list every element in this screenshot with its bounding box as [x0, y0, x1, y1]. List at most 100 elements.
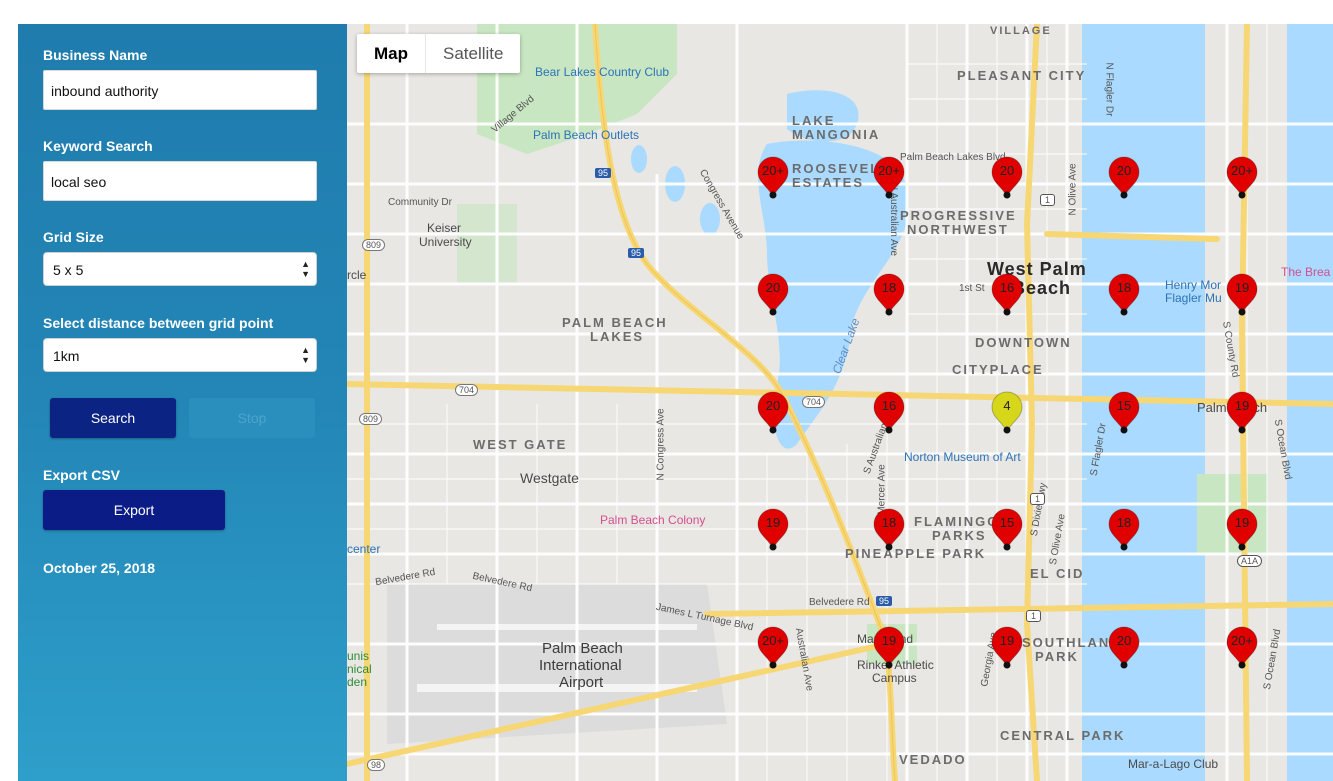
rank-pin-label: 20+	[1230, 633, 1254, 648]
rank-pin[interactable]: 19	[989, 625, 1025, 669]
rank-pin[interactable]: 20	[755, 272, 791, 316]
grid-size-select[interactable]: 5 x 5 ▲ ▼	[43, 252, 317, 286]
map-label-progressive-1: PROGRESSIVE	[900, 208, 1017, 223]
shield-98: 98	[367, 759, 386, 771]
rank-pin-label: 19	[765, 515, 781, 530]
rank-pin[interactable]: 4	[989, 390, 1025, 434]
map-label-downtown: DOWNTOWN	[975, 335, 1072, 350]
rank-pin[interactable]: 20	[989, 155, 1025, 199]
rank-pin-label: 20	[765, 398, 781, 413]
map-label-keiser-1: Keiser	[427, 221, 462, 235]
business-name-input[interactable]: inbound authority	[43, 70, 317, 110]
rank-pin[interactable]: 18	[1106, 272, 1142, 316]
rank-pin-label: 18	[1116, 280, 1132, 295]
map-label-henry-2[interactable]: Flagler Mu	[1165, 291, 1222, 305]
rank-pin[interactable]: 18	[1106, 507, 1142, 551]
rank-pin-label: 16	[999, 280, 1015, 295]
keyword-label: Keyword Search	[43, 138, 153, 154]
map-label-airport-1: Palm Beach	[542, 640, 623, 657]
map-label-pb-lakes-2: LAKES	[590, 329, 645, 344]
rank-pin-label: 19	[1234, 398, 1250, 413]
rank-pin-label: 18	[881, 280, 897, 295]
shield-a1a: A1A	[1237, 555, 1263, 567]
rank-pin[interactable]: 18	[871, 507, 907, 551]
rank-pin[interactable]: 19	[1224, 390, 1260, 434]
grid-size-label: Grid Size	[43, 229, 104, 245]
rank-pin[interactable]: 20+	[1224, 155, 1260, 199]
map-label-airport-3: Airport	[559, 674, 604, 691]
tab-satellite[interactable]: Satellite	[425, 34, 520, 73]
map-label-progressive-2: NORTHWEST	[907, 222, 1009, 237]
map-label-lake-mangonia-2: MANGONIA	[792, 127, 881, 142]
business-name-label: Business Name	[43, 47, 148, 63]
map-label-pleasant-city: PLEASANT CITY	[957, 68, 1087, 83]
rank-pin[interactable]: 15	[989, 507, 1025, 551]
map-label-henry-1[interactable]: Henry Mor	[1165, 278, 1221, 292]
shield-95-mid: 95	[628, 248, 645, 258]
map-label-1st-st: 1st St	[959, 283, 985, 294]
map-label-pb-colony[interactable]: Palm Beach Colony	[600, 513, 705, 527]
rank-pin[interactable]: 16	[871, 390, 907, 434]
rank-pin-label: 4	[1003, 398, 1011, 413]
rank-pin-label: 20+	[1230, 163, 1254, 178]
rank-pin-label: 18	[881, 515, 897, 530]
rank-pin-label: 19	[1234, 280, 1250, 295]
select-arrows-icon: ▲ ▼	[301, 259, 310, 279]
map-label-westgate: Westgate	[520, 470, 579, 486]
rank-pin-label: 20+	[877, 163, 901, 178]
distance-select[interactable]: 1km ▲ ▼	[43, 338, 317, 372]
grid-size-value: 5 x 5	[53, 262, 84, 278]
map-label-n-olive: N Olive Ave	[1067, 163, 1079, 216]
map-label-vedado: VEDADO	[899, 752, 967, 767]
rank-pin[interactable]: 20	[1106, 155, 1142, 199]
export-button[interactable]: Export	[43, 490, 225, 530]
rank-pin-label: 20	[1116, 163, 1132, 178]
rank-pin[interactable]: 20+	[755, 155, 791, 199]
rank-pin-label: 20	[999, 163, 1015, 178]
shield-809-north: 809	[362, 239, 386, 251]
rank-pin-label: 20+	[761, 163, 785, 178]
map-label-pb-lakes-1: PALM BEACH	[562, 315, 668, 330]
tab-map[interactable]: Map	[357, 34, 425, 73]
map-label-bear-lakes[interactable]: Bear Lakes Country Club	[535, 65, 669, 79]
rank-pin-label: 20	[1116, 633, 1132, 648]
map-view[interactable]: Map Satellite Bear Lakes Country Club VI…	[347, 24, 1333, 781]
map-label-outlets[interactable]: Palm Beach Outlets	[533, 128, 639, 142]
distance-label: Select distance between grid point	[43, 315, 274, 331]
rank-pin-label: 20	[765, 280, 781, 295]
rank-pin-label: 15	[999, 515, 1015, 530]
rank-pin[interactable]: 19	[1224, 272, 1260, 316]
rank-pin[interactable]: 16	[989, 272, 1025, 316]
shield-704-east: 704	[802, 396, 826, 408]
rank-pin[interactable]: 15	[1106, 390, 1142, 434]
export-csv-heading: Export CSV	[43, 467, 121, 483]
map-label-central-park: CENTRAL PARK	[1000, 728, 1126, 743]
rank-pin-label: 19	[881, 633, 897, 648]
map-type-toggle: Map Satellite	[357, 34, 521, 73]
stop-button[interactable]: Stop	[189, 398, 315, 438]
map-label-community-dr: Community Dr	[388, 197, 452, 208]
map-label-munis-2: nical	[347, 662, 372, 676]
rank-pin[interactable]: 18	[871, 272, 907, 316]
map-label-keiser-2: University	[419, 235, 472, 249]
map-label-mar-a-lago[interactable]: Mar-a-Lago Club	[1128, 757, 1218, 771]
rank-pin[interactable]: 20	[1106, 625, 1142, 669]
rank-pin[interactable]: 19	[755, 507, 791, 551]
map-label-norton[interactable]: Norton Museum of Art	[904, 450, 1021, 464]
search-button[interactable]: Search	[50, 398, 176, 438]
shield-95-south: 95	[876, 596, 893, 606]
map-label-southland-2: PARK	[1035, 649, 1079, 664]
rank-pin[interactable]: 20+	[1224, 625, 1260, 669]
map-label-lake-mangonia-1: LAKE	[792, 113, 836, 128]
keyword-input[interactable]: local seo	[43, 161, 317, 201]
shield-95-north: 95	[595, 168, 612, 178]
rank-pin-label: 15	[1116, 398, 1132, 413]
map-label-the-brea[interactable]: The Brea	[1281, 265, 1330, 279]
rank-pin[interactable]: 20+	[755, 625, 791, 669]
rank-pin[interactable]: 19	[1224, 507, 1260, 551]
rank-pin[interactable]: 20+	[871, 155, 907, 199]
map-label-west-gate: WEST GATE	[473, 437, 568, 452]
shield-809-south: 809	[359, 413, 383, 425]
rank-pin[interactable]: 19	[871, 625, 907, 669]
rank-pin[interactable]: 20	[755, 390, 791, 434]
